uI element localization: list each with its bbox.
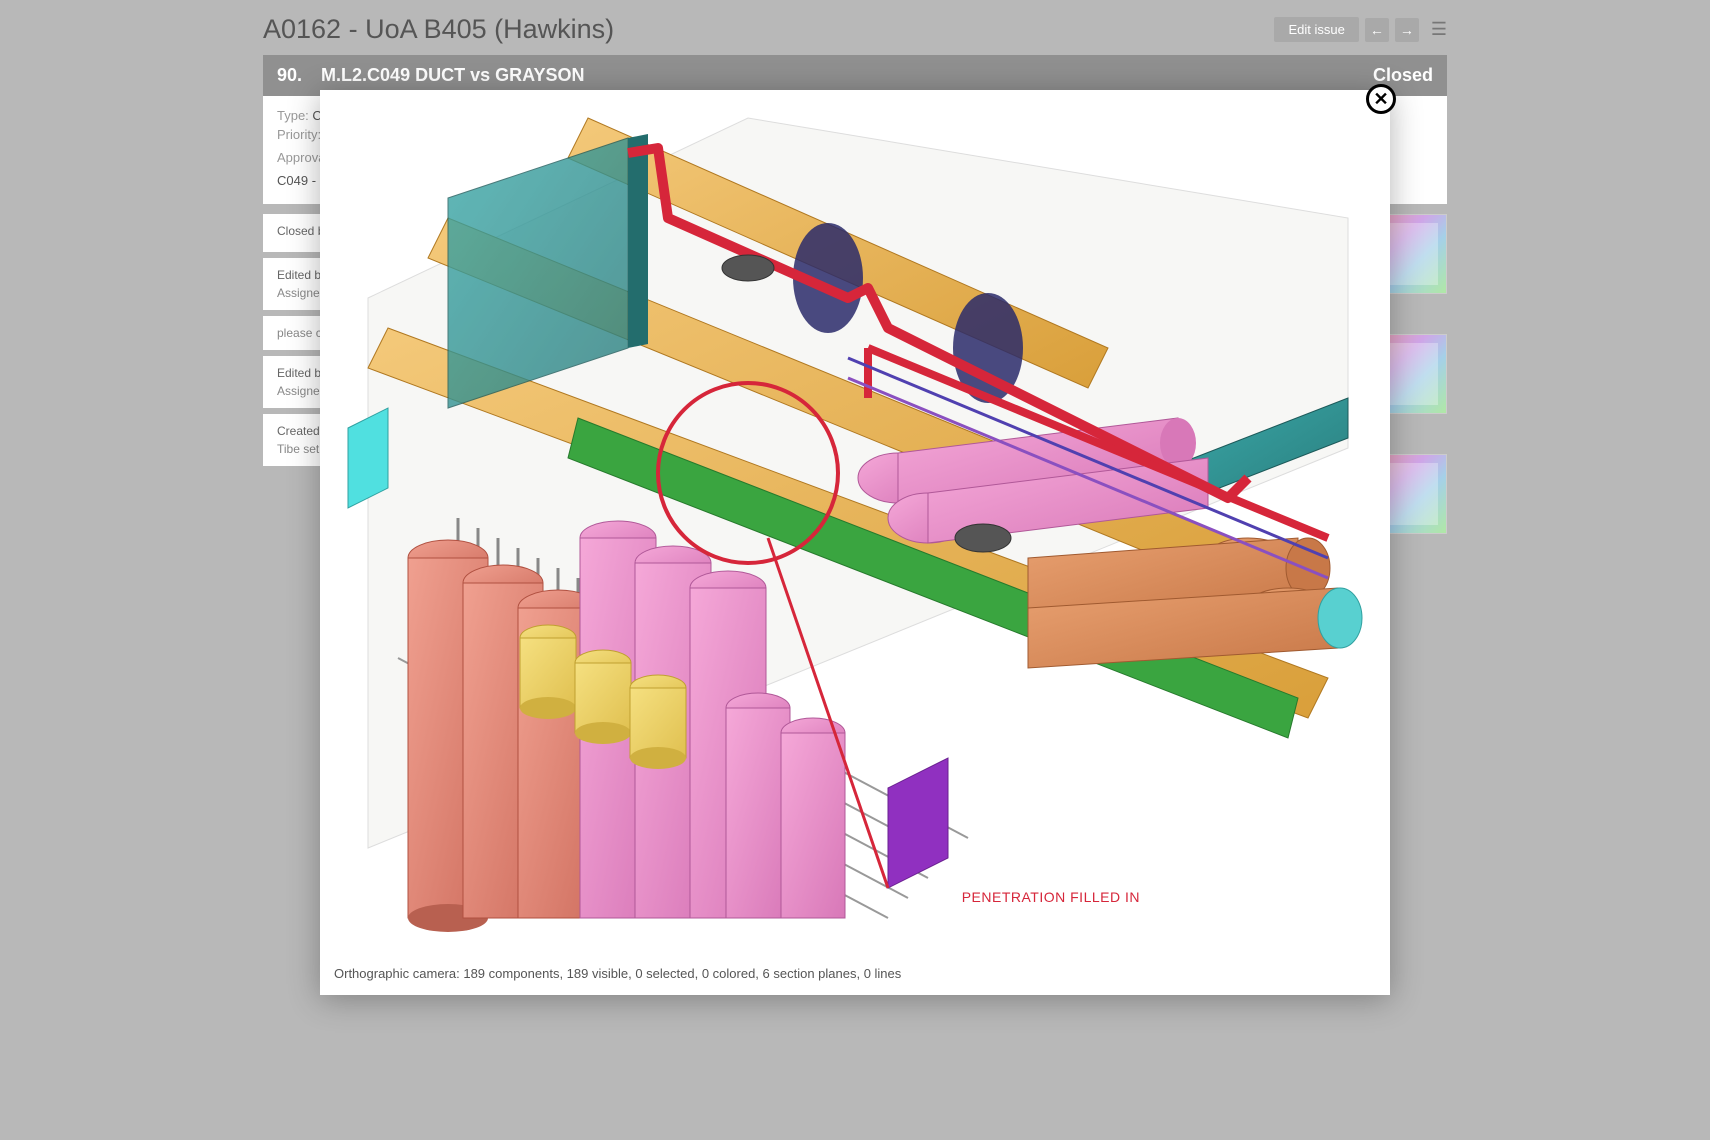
modal-backdrop: ✕ — [0, 0, 1710, 1140]
modal-image: PENETRATION FILLED IN — [320, 90, 1390, 960]
bim-3d-view — [328, 98, 1382, 952]
modal-footer-text: Orthographic camera: 189 components, 189… — [320, 960, 1390, 981]
annotation-label: PENETRATION FILLED IN — [962, 889, 1140, 905]
close-icon[interactable]: ✕ — [1366, 84, 1396, 114]
image-modal: ✕ — [320, 90, 1390, 995]
